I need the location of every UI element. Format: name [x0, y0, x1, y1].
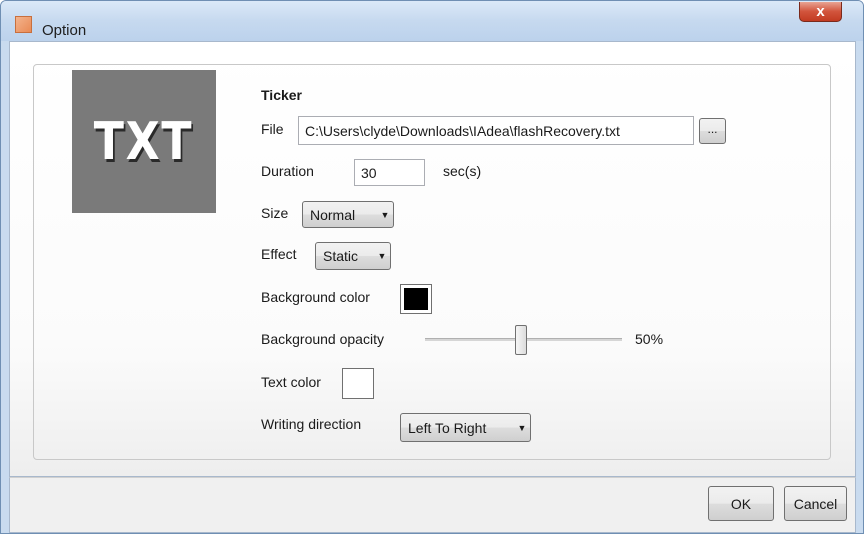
- duration-label: Duration: [261, 163, 314, 179]
- opacity-slider-thumb[interactable]: [515, 325, 527, 355]
- size-selected: Normal: [310, 206, 356, 223]
- writing-direction-dropdown[interactable]: Left To Right ▼: [400, 413, 531, 442]
- file-path-value: C:\Users\clyde\Downloads\IAdea\flashReco…: [305, 122, 620, 139]
- ok-button[interactable]: OK: [708, 486, 774, 521]
- chevron-down-icon: ▼: [377, 251, 387, 261]
- effect-label: Effect: [261, 246, 297, 262]
- file-path-input[interactable]: C:\Users\clyde\Downloads\IAdea\flashReco…: [298, 116, 694, 145]
- chevron-down-icon: ▼: [517, 422, 527, 433]
- chevron-down-icon: ▼: [380, 209, 390, 220]
- text-color-picker[interactable]: [342, 368, 374, 399]
- opacity-value: 50%: [635, 331, 664, 347]
- text-color-label: Text color: [261, 374, 321, 390]
- close-button[interactable]: x: [799, 2, 842, 22]
- cancel-button-label: Cancel: [793, 495, 838, 512]
- cancel-button[interactable]: Cancel: [784, 486, 847, 521]
- section-heading: Ticker: [261, 87, 302, 103]
- txt-preview-text: TXT: [94, 111, 194, 172]
- size-dropdown[interactable]: Normal ▼: [302, 201, 394, 228]
- txt-preview-image: TXT: [72, 70, 216, 213]
- effect-dropdown[interactable]: Static ▼: [315, 242, 391, 270]
- background-opacity-label: Background opacity: [261, 331, 384, 347]
- title-bar[interactable]: Option x: [1, 1, 863, 41]
- browse-button-label: ...: [707, 122, 718, 136]
- background-color-swatch: [404, 288, 428, 310]
- writing-direction-selected: Left To Right: [408, 419, 487, 436]
- file-label: File: [261, 121, 284, 137]
- size-label: Size: [261, 205, 289, 221]
- effect-selected: Static: [323, 248, 359, 264]
- writing-direction-label: Writing direction: [261, 416, 362, 432]
- app-icon: [15, 16, 32, 33]
- window-title: Option: [42, 22, 87, 39]
- ok-button-label: OK: [730, 495, 752, 512]
- background-color-picker[interactable]: [400, 284, 432, 314]
- duration-input[interactable]: 30: [354, 159, 425, 186]
- duration-value: 30: [361, 164, 377, 181]
- close-icon: x: [816, 3, 825, 20]
- background-color-label: Background color: [261, 289, 370, 305]
- browse-file-button[interactable]: ...: [699, 118, 726, 144]
- duration-unit: sec(s): [443, 163, 482, 179]
- text-color-swatch: [346, 372, 370, 395]
